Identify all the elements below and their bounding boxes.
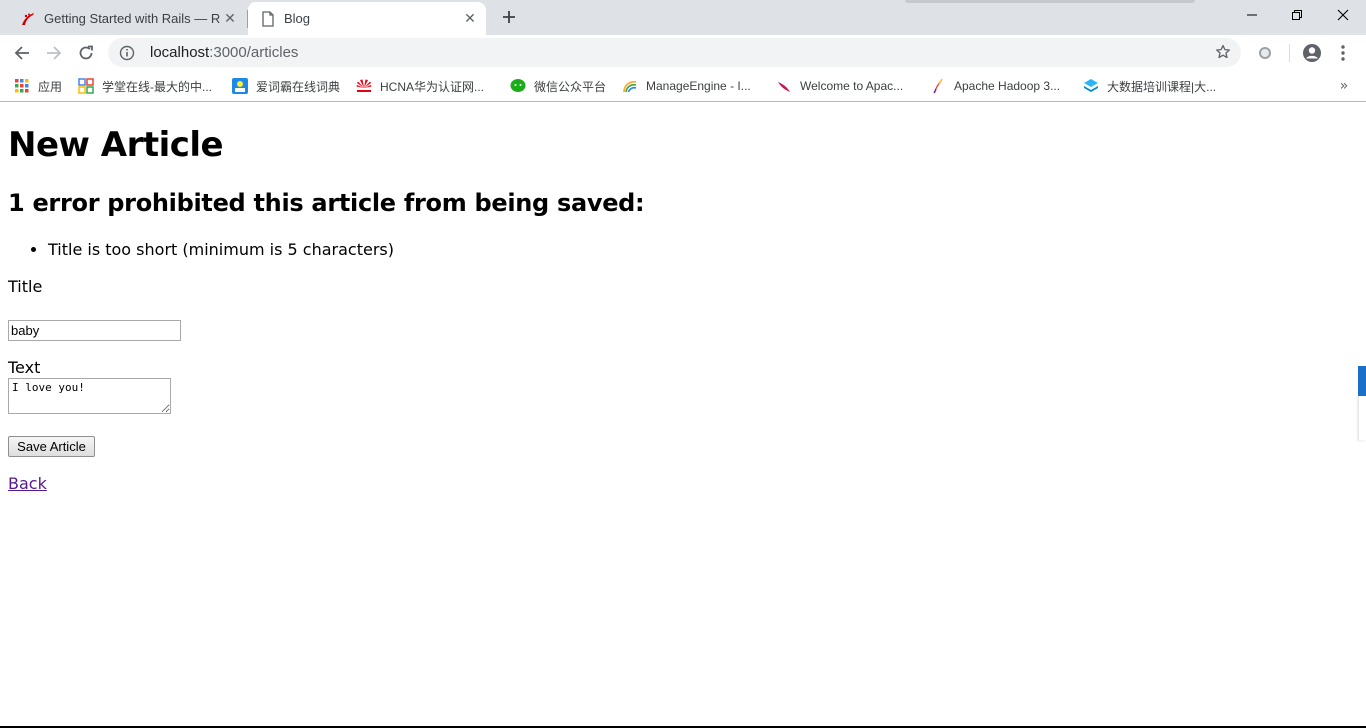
bookmark-label: 应用 — [38, 79, 63, 94]
bookmark-label: Welcome to Apac... — [800, 79, 904, 93]
bookmark-xuetang[interactable]: 学堂在线-最大的中... — [78, 76, 212, 96]
bookmark-label: Apache Hadoop 3... — [954, 79, 1061, 93]
side-widget-tab[interactable] — [1358, 366, 1366, 442]
minimize-icon — [1247, 14, 1257, 16]
page-content: New Article 1 error prohibited this arti… — [0, 103, 1366, 727]
arrow-left-icon — [14, 46, 29, 60]
arrow-right-icon — [47, 46, 62, 60]
close-icon[interactable]: ✕ — [220, 9, 240, 29]
apps-grid-icon — [14, 78, 30, 94]
minimize-button[interactable] — [1229, 0, 1275, 30]
back-link[interactable]: Back — [8, 474, 47, 493]
iciba-icon — [232, 78, 248, 94]
account-icon[interactable] — [1300, 41, 1324, 65]
huawei-icon — [356, 78, 372, 94]
reload-icon — [79, 45, 93, 60]
error-message: Title is too short (minimum is 5 charact… — [48, 240, 394, 260]
tab-blog[interactable]: Blog ✕ — [248, 2, 486, 35]
bookmark-label: ManageEngine - I... — [646, 79, 751, 93]
save-article-button[interactable]: Save Article — [8, 436, 95, 457]
close-icon[interactable]: ✕ — [460, 9, 480, 29]
title-input[interactable] — [8, 320, 181, 341]
plus-icon — [503, 11, 515, 23]
bookmark-bigdata[interactable]: 大数据培训课程|大... — [1083, 76, 1216, 96]
text-label: Text — [8, 358, 41, 377]
toolbar-divider — [1289, 44, 1290, 62]
forward-button[interactable] — [40, 39, 68, 67]
bookmark-wechat[interactable]: 微信公众平台 — [510, 76, 606, 96]
url-path: :3000/articles — [209, 44, 299, 61]
url-host: localhost — [150, 44, 210, 61]
bookmark-label: HCNA华为认证网... — [380, 79, 485, 94]
apache-feather-icon — [930, 78, 946, 94]
menu-icon[interactable] — [1331, 41, 1355, 65]
bookmark-label: 爱词霸在线词典 — [256, 79, 341, 94]
tab-strip: Getting Started with Rails — R ✕ Blog ✕ — [0, 0, 1366, 35]
tab-title: Getting Started with Rails — R — [44, 11, 220, 26]
bookmark-iciba[interactable]: 爱词霸在线词典 — [232, 76, 340, 96]
restore-button[interactable] — [1274, 0, 1320, 30]
side-widget-body — [1358, 396, 1366, 440]
error-list: Title is too short (minimum is 5 charact… — [48, 240, 394, 260]
title-label: Title — [8, 277, 43, 296]
side-widget-accent — [1358, 366, 1366, 396]
page-title: New Article — [8, 125, 224, 165]
close-window-button[interactable] — [1320, 0, 1366, 30]
bookmark-manageengine[interactable]: ManageEngine - I... — [622, 76, 751, 96]
tab-search-shadow — [905, 0, 1195, 3]
apache-feather-icon — [776, 78, 792, 94]
bookmark-apps[interactable]: 应用 — [14, 76, 62, 96]
bookmark-label: 大数据培训课程|大... — [1107, 79, 1217, 94]
close-icon — [1337, 9, 1349, 21]
bookmarks-bar: 应用 学堂在线-最大的中... 爱词霸在线词典 HCNA华为认证网... 微信公… — [0, 70, 1366, 102]
url-text[interactable]: localhost:3000/articles — [150, 44, 298, 61]
restore-icon — [1292, 10, 1302, 20]
bookmark-label: 学堂在线-最大的中... — [102, 79, 212, 94]
bookmarks-overflow-button[interactable]: » — [1336, 76, 1352, 96]
rails-icon — [20, 11, 36, 27]
bigdata-icon — [1083, 78, 1099, 94]
tab-getting-started[interactable]: Getting Started with Rails — R ✕ — [8, 2, 246, 35]
bookmark-apache-welcome[interactable]: Welcome to Apac... — [776, 76, 903, 96]
back-button[interactable] — [8, 39, 36, 67]
xuetang-icon — [78, 78, 94, 94]
info-icon[interactable] — [118, 44, 136, 62]
error-heading: 1 error prohibited this article from bei… — [8, 189, 645, 217]
bookmark-huawei[interactable]: HCNA华为认证网... — [356, 76, 484, 96]
manageengine-icon — [622, 78, 638, 94]
extension-icon[interactable] — [1253, 41, 1277, 65]
reload-button[interactable] — [72, 39, 100, 67]
bookmark-label: 微信公众平台 — [534, 79, 607, 94]
tab-title: Blog — [284, 11, 311, 26]
address-bar[interactable]: localhost:3000/articles — [108, 38, 1241, 67]
new-tab-button[interactable] — [498, 6, 520, 28]
wechat-icon — [510, 78, 526, 94]
document-icon — [260, 10, 276, 27]
browser-toolbar: localhost:3000/articles — [0, 35, 1366, 70]
bookmark-apache-hadoop[interactable]: Apache Hadoop 3... — [930, 76, 1060, 96]
text-textarea[interactable]: I love you! — [8, 378, 171, 414]
star-icon[interactable] — [1214, 43, 1232, 61]
